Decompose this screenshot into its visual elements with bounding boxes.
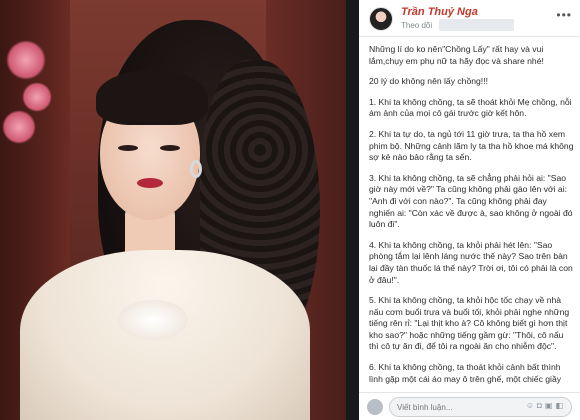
post-paragraph: 2. Khi ta tự do, ta ngủ tới 11 giờ trưa,… xyxy=(369,128,574,163)
photo-earring xyxy=(190,160,202,178)
author-name[interactable]: Trần Thuỷ Nga xyxy=(401,6,478,18)
post-photo[interactable] xyxy=(0,0,346,420)
camera-icon[interactable]: ◘ xyxy=(537,401,545,410)
post-paragraph: 4. Khi ta không chồng, ta khỏi phải hét … xyxy=(369,239,573,285)
post-paragraph: 20 lý do không nên lấy chồng!!! xyxy=(369,76,488,87)
redacted-info xyxy=(439,19,514,31)
user-avatar xyxy=(367,399,383,415)
follow-link[interactable]: Theo dõi xyxy=(401,21,432,30)
photo-flower xyxy=(22,82,52,112)
post-paragraph: Những lí do ko nên"Chồng Lấy" rất hay và… xyxy=(369,44,544,66)
header-divider xyxy=(359,36,580,37)
post-paragraph: 1. Khi ta không chồng, ta sẽ thoát khỏi … xyxy=(369,96,572,119)
photo-lips xyxy=(137,178,163,188)
photo-bangs xyxy=(96,70,208,125)
photo-bow xyxy=(118,300,188,340)
comment-tools: ☺◘▣◧ xyxy=(526,401,566,410)
comment-bar: ☺◘▣◧ xyxy=(359,392,580,420)
more-options-icon[interactable]: ••• xyxy=(556,8,572,22)
post-paragraph: 3. Khi ta không chồng, ta sẽ chẳng phải … xyxy=(369,172,573,230)
photo-eye xyxy=(160,145,180,151)
gif-icon[interactable]: ▣ xyxy=(545,401,556,410)
post-text: Những lí do ko nên"Chồng Lấy" rất hay và… xyxy=(369,44,574,384)
emoji-icon[interactable]: ☺ xyxy=(526,401,537,410)
post-paragraph: 6. Khi ta không chồng, ta thoát khỏi cản… xyxy=(369,362,562,384)
photo-flower xyxy=(6,40,46,80)
photo-eye xyxy=(118,145,138,151)
post-header: Trần Thuỷ Nga Theo dõi ••• xyxy=(359,0,580,36)
post-panel: Trần Thuỷ Nga Theo dõi ••• Những lí do k… xyxy=(359,0,580,420)
post-paragraph: 5. Khi ta không chồng, ta khỏi hộc tốc c… xyxy=(369,295,570,352)
photo-viewer xyxy=(0,0,359,420)
sticker-icon[interactable]: ◧ xyxy=(555,401,566,410)
author-avatar[interactable] xyxy=(369,7,393,31)
photo-flower xyxy=(2,110,36,144)
